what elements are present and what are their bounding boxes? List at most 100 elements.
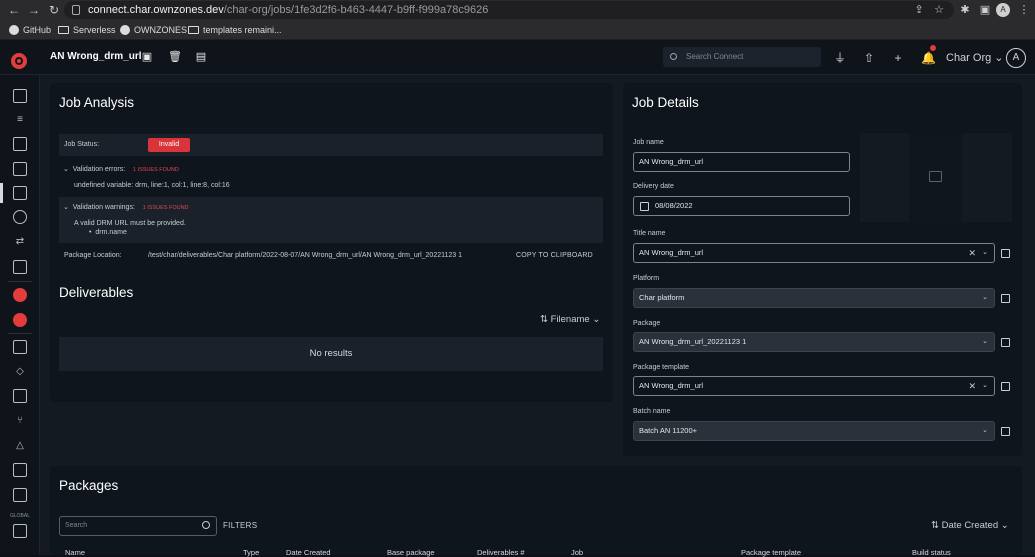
share-icon[interactable]: ⇪ xyxy=(911,2,927,18)
sidepanel-icon[interactable]: ▣ xyxy=(977,2,993,18)
settings-icon[interactable] xyxy=(13,463,27,477)
packages-title: Packages xyxy=(59,478,119,493)
calendar-icon[interactable] xyxy=(13,137,27,151)
active-indicator xyxy=(0,183,3,203)
filters-button[interactable]: FILTERS xyxy=(223,521,257,530)
building-icon[interactable] xyxy=(13,524,27,538)
packages-search-input[interactable]: Search xyxy=(59,516,217,536)
title-name-select[interactable]: AN Wrong_drm_url ✕ ⌄ xyxy=(633,243,995,263)
platform-select[interactable]: Char platform ⌄ xyxy=(633,288,995,308)
chevron-down-icon[interactable]: ⌄ xyxy=(982,244,988,262)
deliverables-sort[interactable]: ⇅ Filename ⌄ xyxy=(540,314,600,325)
open-external-icon[interactable] xyxy=(1001,338,1010,347)
package-location-value: /test/char/deliverables/Char platform/20… xyxy=(148,252,462,259)
warnings-detail: A valid DRM URL must be provided. xyxy=(74,220,186,227)
clear-icon[interactable]: ✕ xyxy=(968,244,976,262)
package-template-select[interactable]: AN Wrong_drm_url ✕ ⌄ xyxy=(633,376,995,396)
report-icon[interactable] xyxy=(13,488,27,502)
chevron-down-icon[interactable]: ⌄ xyxy=(982,289,988,307)
profile-icon[interactable]: A xyxy=(996,3,1010,17)
save-icon[interactable]: ▣ xyxy=(141,51,153,63)
package-label: Package xyxy=(633,320,661,327)
validation-errors-toggle[interactable]: ⌄ Validation errors: 1 ISSUES FOUND xyxy=(63,165,179,173)
extensions-icon[interactable]: ✱ xyxy=(957,2,973,18)
lock-icon xyxy=(72,5,80,15)
delivery-date-field[interactable]: 08/08/2022 xyxy=(633,196,850,216)
forward-icon[interactable]: → xyxy=(26,2,42,18)
github-icon xyxy=(9,25,19,35)
column-header[interactable]: Name xyxy=(65,548,85,557)
chevron-down-icon[interactable]: ⌄ xyxy=(982,377,988,395)
org-switcher[interactable]: Char Org ⌄ xyxy=(946,51,1004,64)
bookmark-github[interactable]: GitHub xyxy=(9,22,51,38)
messages-icon[interactable] xyxy=(13,340,27,354)
transfer-icon[interactable]: ⇄ xyxy=(13,235,27,249)
chevron-down-icon[interactable]: ⌄ xyxy=(982,333,988,351)
plug-icon[interactable]: ⏚ xyxy=(833,51,847,65)
delivery-date-label: Delivery date xyxy=(633,183,674,190)
avatar[interactable]: A xyxy=(1006,48,1026,68)
folder-icon xyxy=(188,26,199,34)
chevron-down-icon[interactable]: ⌄ xyxy=(982,422,988,440)
copy-to-clipboard-button[interactable]: COPY TO CLIPBOARD xyxy=(516,252,593,259)
column-header[interactable]: Base package xyxy=(387,548,435,557)
column-header[interactable]: Build status xyxy=(912,548,951,557)
batch-name-select[interactable]: Batch AN 11200+ ⌄ xyxy=(633,421,995,441)
media-icon[interactable] xyxy=(13,162,27,176)
column-header[interactable]: Package template xyxy=(741,548,801,557)
clear-icon[interactable]: ✕ xyxy=(968,377,976,395)
jobs-icon[interactable] xyxy=(13,186,27,200)
comment-icon[interactable]: ▤ xyxy=(195,51,207,63)
validation-warnings-toggle[interactable]: ⌄ Validation warnings: 1 ISSUES FOUND xyxy=(63,203,189,211)
app-header: AN Wrong_drm_url ▣ 🗑 ▤ Search Connect ⏚ … xyxy=(0,40,1035,75)
status-badge: Invalid xyxy=(148,138,190,152)
list-icon[interactable]: ≡ xyxy=(13,113,27,127)
address-bar[interactable]: connect.char.ownzones.dev/char-org/jobs/… xyxy=(64,1,954,19)
open-external-icon[interactable] xyxy=(1001,382,1010,391)
app-c-icon[interactable] xyxy=(13,288,27,302)
bookmark-ownzones[interactable]: OWNZONES xyxy=(120,22,187,38)
star-icon[interactable]: ☆ xyxy=(931,2,947,18)
platform-label: Platform xyxy=(633,275,660,282)
reload-icon[interactable]: ↻ xyxy=(46,2,62,18)
search-icon xyxy=(202,521,210,529)
job-status-label: Job Status: xyxy=(64,141,100,148)
globe-icon[interactable] xyxy=(13,210,27,224)
package-template-label: Package template xyxy=(633,364,690,371)
network-icon[interactable]: △ xyxy=(13,439,27,453)
errors-count: 1 ISSUES FOUND xyxy=(132,167,179,173)
tag-icon[interactable]: ◇ xyxy=(13,365,27,379)
column-header[interactable]: Deliverables # xyxy=(477,548,525,557)
bookmark-serverless[interactable]: Serverless xyxy=(58,22,116,38)
column-header[interactable]: Type xyxy=(243,548,259,557)
sidebar-divider xyxy=(8,333,32,334)
open-external-icon[interactable] xyxy=(1001,249,1010,258)
add-icon[interactable]: + xyxy=(891,51,905,65)
warnings-item: • drm.name xyxy=(89,229,127,236)
bell-icon[interactable]: 🔔 xyxy=(921,51,936,65)
dashboard-icon[interactable] xyxy=(13,89,27,103)
back-icon[interactable]: ← xyxy=(6,2,22,18)
global-search-input[interactable]: Search Connect xyxy=(663,47,821,67)
column-header[interactable]: Job xyxy=(571,548,583,557)
tasks-icon[interactable] xyxy=(13,260,27,274)
packages-card xyxy=(50,466,1022,555)
package-select[interactable]: AN Wrong_drm_url_20221123 1 ⌄ xyxy=(633,332,995,352)
open-external-icon[interactable] xyxy=(1001,294,1010,303)
packages-sort[interactable]: ⇅ Date Created ⌄ xyxy=(931,520,1009,531)
delete-icon[interactable]: 🗑 xyxy=(168,51,182,63)
batch-name-label: Batch name xyxy=(633,408,671,415)
bookmark-templates[interactable]: templates remaini... xyxy=(188,22,282,38)
sidebar: ≡ ⇄ ◇ ⑂ △ GLOBAL xyxy=(0,75,40,555)
column-header[interactable]: Date Created xyxy=(286,548,331,557)
workflow-icon[interactable]: ⑂ xyxy=(13,414,27,428)
app-logo[interactable] xyxy=(11,53,27,69)
books-icon[interactable] xyxy=(13,389,27,403)
open-external-icon[interactable] xyxy=(1001,427,1010,436)
app-c2-icon[interactable] xyxy=(13,313,27,327)
url-path: /char-org/jobs/1fe3d2f6-b463-4447-b9ff-f… xyxy=(223,4,489,16)
menu-icon[interactable]: ⋮ xyxy=(1016,2,1032,18)
upload-icon[interactable]: ⇧ xyxy=(862,51,876,65)
title-name-label: Title name xyxy=(633,230,666,237)
job-name-field[interactable]: AN Wrong_drm_url xyxy=(633,152,850,172)
